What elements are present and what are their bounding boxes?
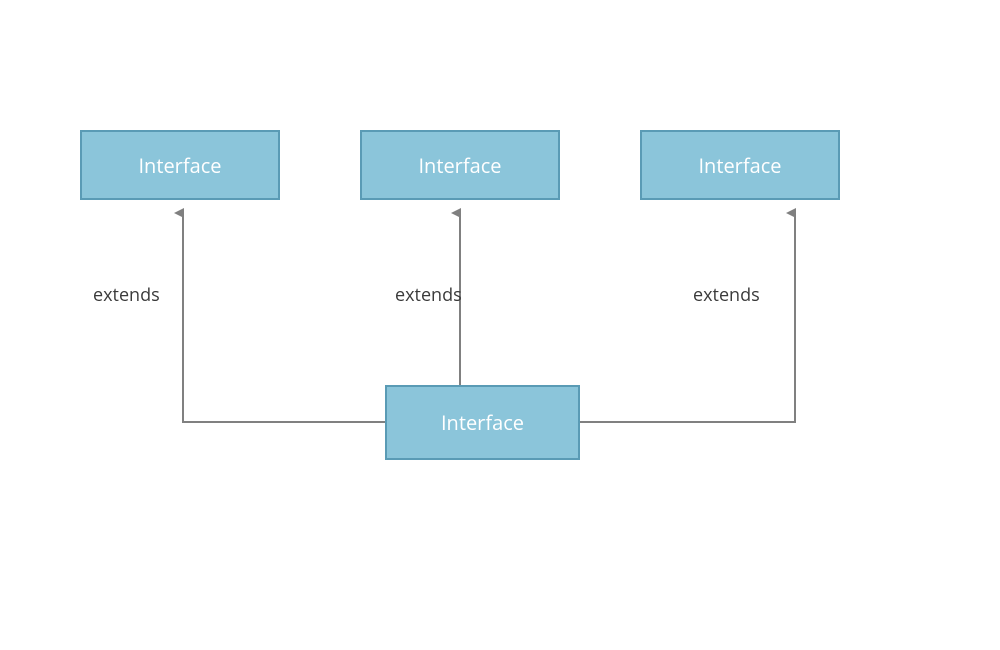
interface-box-top-center: Interface [360,130,560,200]
connector-left [183,213,385,422]
connector-right [580,213,795,422]
interface-box-bottom: Interface [385,385,580,460]
extends-label-left: extends [93,283,160,307]
extends-label-right: extends [693,283,760,307]
interface-label: Interface [698,152,781,179]
interface-box-top-left: Interface [80,130,280,200]
interface-box-top-right: Interface [640,130,840,200]
interface-label: Interface [441,409,524,436]
interface-label: Interface [418,152,501,179]
interface-label: Interface [138,152,221,179]
connector-svg [0,0,1000,650]
extends-label-center: extends [395,283,462,307]
